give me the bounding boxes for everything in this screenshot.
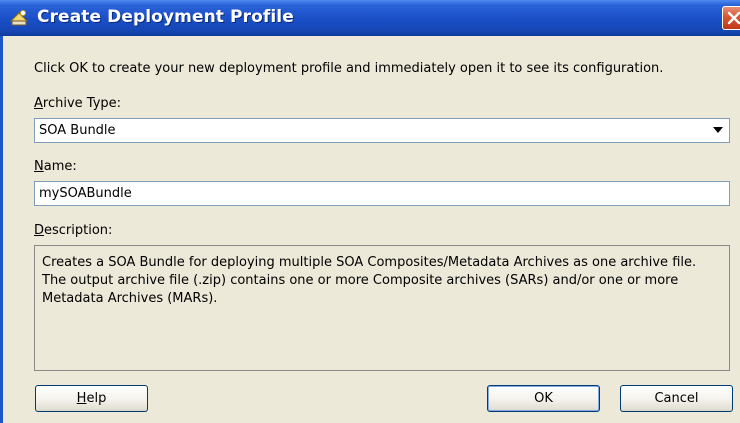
description-mnemonic: D xyxy=(34,223,45,238)
archive-type-value: SOA Bundle xyxy=(39,123,116,138)
description-label: Description: xyxy=(34,223,112,238)
name-label-text: ame: xyxy=(43,159,77,174)
create-deployment-profile-dialog: Create Deployment Profile Click OK to cr… xyxy=(0,0,740,423)
close-icon xyxy=(727,11,740,25)
chevron-down-icon[interactable] xyxy=(713,127,723,134)
name-label: Name: xyxy=(34,159,77,174)
name-input[interactable] xyxy=(34,181,730,206)
title-bar[interactable]: Create Deployment Profile xyxy=(0,0,740,36)
ok-label: OK xyxy=(534,391,553,406)
close-button[interactable] xyxy=(722,6,740,30)
help-mnemonic: H xyxy=(76,391,87,406)
archive-type-select[interactable]: SOA Bundle xyxy=(34,118,730,143)
description-label-text: escription: xyxy=(44,223,113,238)
window-title: Create Deployment Profile xyxy=(37,7,294,27)
cancel-label: Cancel xyxy=(654,391,699,406)
archive-type-label-text: rchive Type: xyxy=(42,96,122,111)
help-label: elp xyxy=(86,391,107,406)
archive-type-mnemonic: A xyxy=(34,96,43,111)
name-mnemonic: N xyxy=(34,159,44,174)
archive-type-label: Archive Type: xyxy=(34,96,121,111)
ok-button[interactable]: OK xyxy=(487,385,600,412)
window-border xyxy=(0,36,3,423)
instruction-text: Click OK to create your new deployment p… xyxy=(34,61,664,76)
cancel-button[interactable]: Cancel xyxy=(620,385,733,412)
deployment-wizard-icon xyxy=(9,10,29,26)
description-box: Creates a SOA Bundle for deploying multi… xyxy=(34,245,730,371)
help-button[interactable]: Help xyxy=(35,385,148,412)
